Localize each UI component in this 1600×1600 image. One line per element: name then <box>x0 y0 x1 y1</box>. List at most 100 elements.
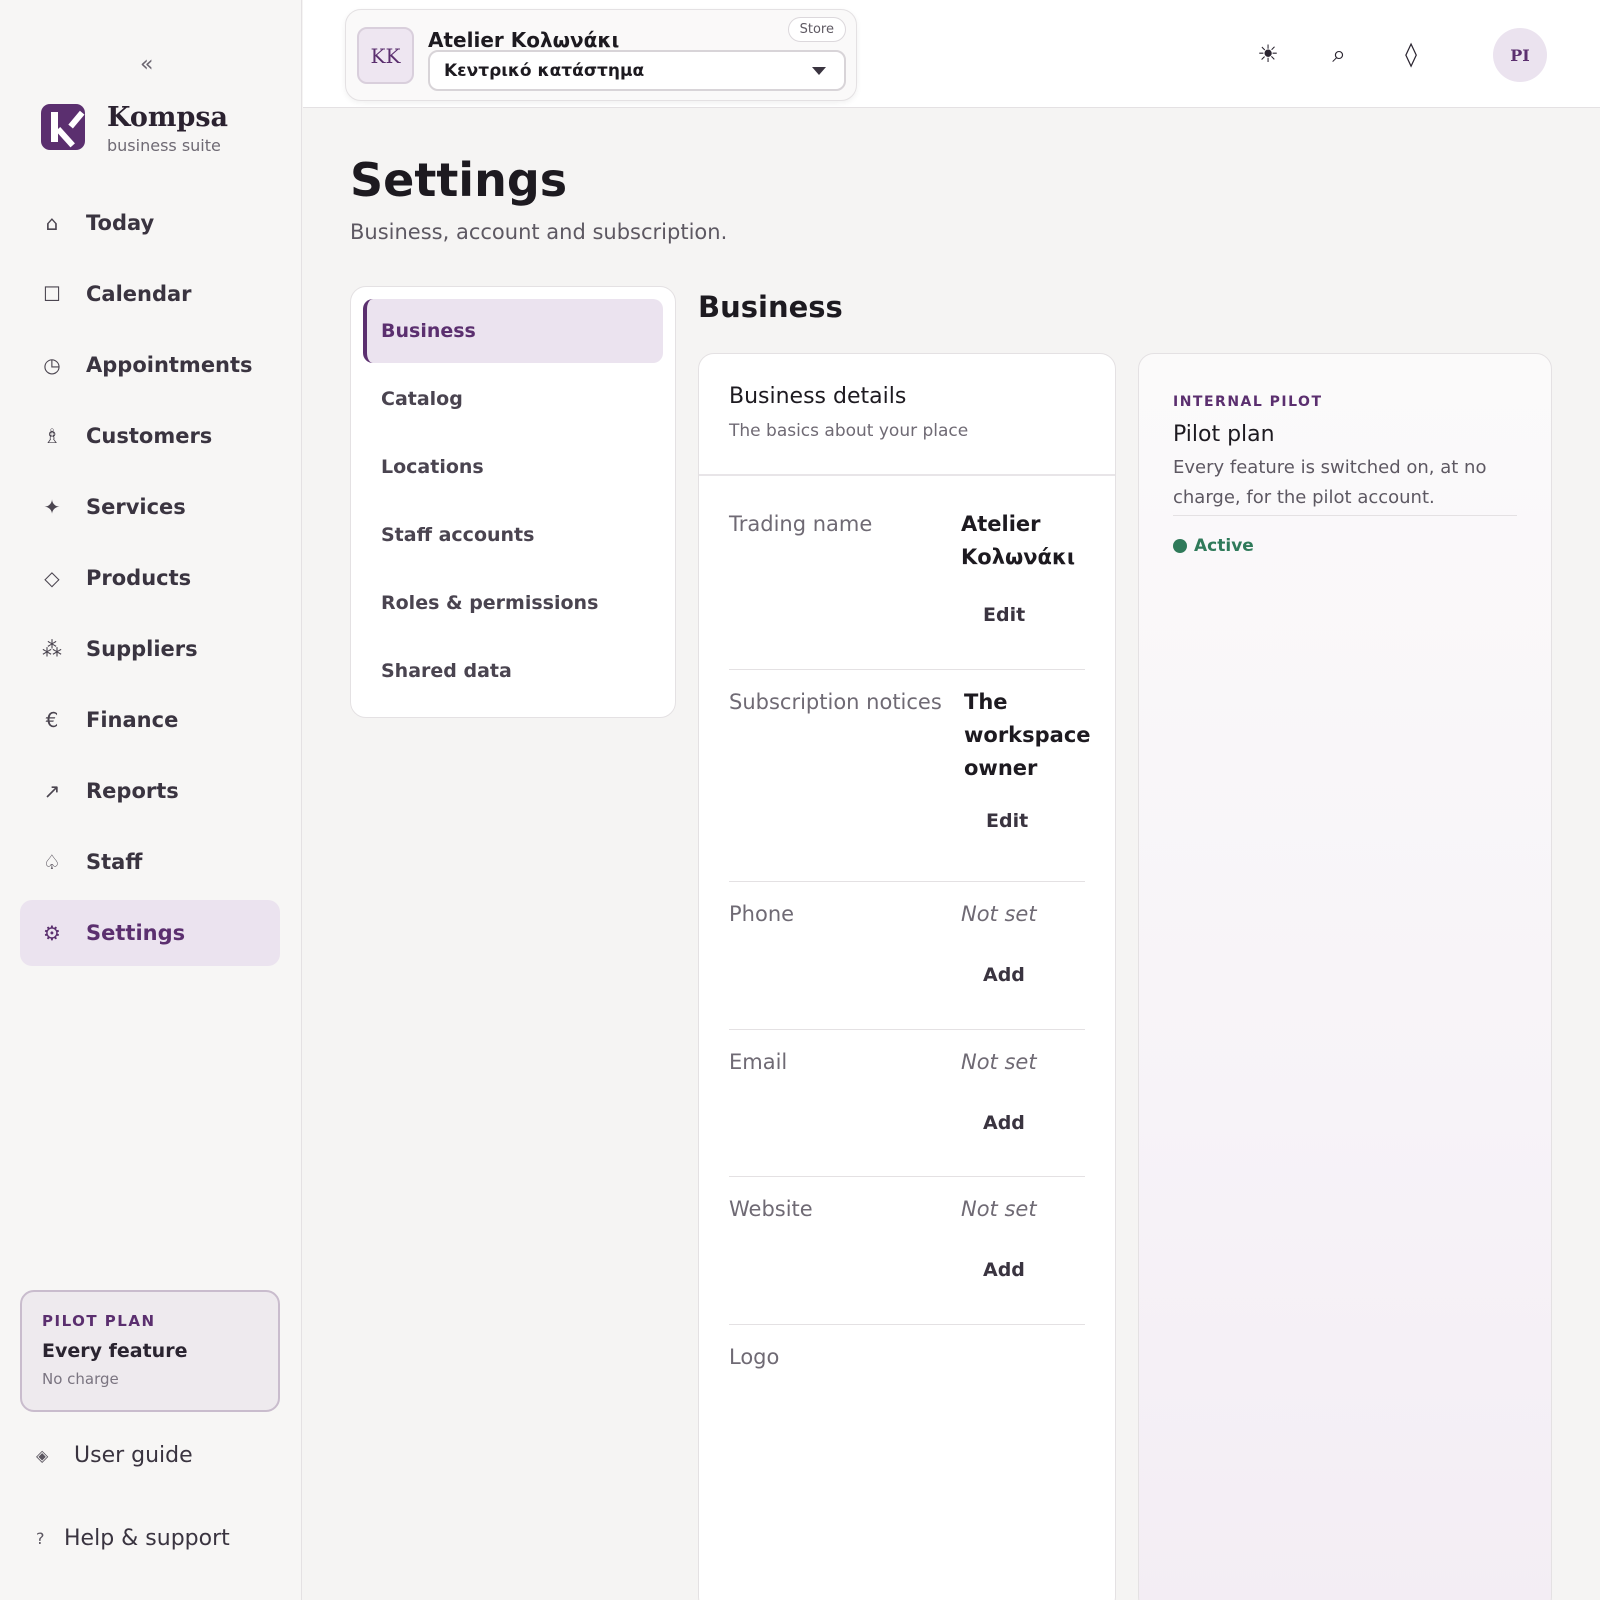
section-title: Business <box>698 290 843 324</box>
arrow-up-right-icon: ↗ <box>43 779 61 803</box>
edit-trading-name-button[interactable]: Edit <box>983 604 1025 626</box>
customers-icon: ♗ <box>43 424 61 448</box>
row-label: Website <box>729 1197 813 1221</box>
gear-icon: ⚙ <box>43 921 61 945</box>
brand-name: Kompsa <box>107 102 229 133</box>
row-label: Logo <box>729 1345 780 1369</box>
details-subtitle: The basics about your place <box>729 421 969 441</box>
nav-item-label: Finance <box>86 708 179 732</box>
store-avatar: KK <box>357 27 414 84</box>
home-icon: ⌂ <box>45 211 59 235</box>
business-details-card: Business details The basics about your p… <box>698 353 1116 1600</box>
diamond-icon[interactable]: ◊ <box>1391 34 1431 74</box>
pilot-plan-panel: INTERNAL PILOT Pilot plan Every feature … <box>1138 353 1552 1600</box>
pilot-plan-card[interactable]: PILOT PLAN Every feature No charge <box>20 1290 280 1412</box>
row-value: Not set <box>961 1197 1037 1221</box>
page-subtitle: Business, account and subscription. <box>350 220 728 244</box>
row-value: The workspace owner <box>964 690 1091 780</box>
nav-item-label: Appointments <box>86 353 253 377</box>
calendar-icon: ☐ <box>43 282 61 306</box>
settings-tabs: Business Catalog Locations Staff account… <box>350 286 676 718</box>
kompsa-logo-icon <box>41 104 85 150</box>
add-phone-button[interactable]: Add <box>983 964 1025 986</box>
add-email-button[interactable]: Add <box>983 1112 1025 1134</box>
nav-item-settings[interactable]: ⚙ Settings <box>20 900 280 966</box>
nav-item-label: Suppliers <box>86 637 198 661</box>
search-icon[interactable]: ⌕ <box>1319 34 1359 74</box>
status-badge: Active <box>1173 536 1517 556</box>
row-email: Email Not set Add <box>729 1030 1085 1177</box>
nav-item-label: Settings <box>86 921 186 945</box>
brand[interactable]: Kompsa business suite <box>41 104 228 155</box>
edit-subscription-notices-button[interactable]: Edit <box>986 810 1028 832</box>
row-value: Atelier Κολωνάκι <box>961 512 1076 569</box>
euro-icon: € <box>45 708 59 732</box>
clock-icon: ◷ <box>43 353 61 377</box>
tab-business[interactable]: Business <box>363 299 663 363</box>
nav-item-today[interactable]: ⌂ Today <box>20 190 280 256</box>
diamond-icon: ◇ <box>44 566 60 590</box>
theme-toggle-icon[interactable]: ☀ <box>1248 34 1288 74</box>
row-value: Not set <box>961 902 1037 926</box>
nav-item-calendar[interactable]: ☐ Calendar <box>20 261 280 327</box>
nav-item-appointments[interactable]: ◷ Appointments <box>20 332 280 398</box>
row-trading-name: Trading name Atelier Κολωνάκι Edit <box>729 476 1085 670</box>
brand-tagline: business suite <box>107 136 221 155</box>
add-website-button[interactable]: Add <box>983 1259 1025 1281</box>
user-avatar[interactable]: PI <box>1493 28 1547 82</box>
row-logo: Logo <box>729 1325 1085 1445</box>
tab-roles-permissions[interactable]: Roles & permissions <box>363 571 663 635</box>
help-support-link[interactable]: ? Help & support <box>36 1526 230 1551</box>
pilot-kicker: INTERNAL PILOT <box>1173 394 1323 410</box>
row-phone: Phone Not set Add <box>729 882 1085 1030</box>
row-website: Website Not set Add <box>729 1177 1085 1325</box>
location-select[interactable]: Κεντρικό κατάστημα <box>428 50 846 91</box>
staff-icon: ♤ <box>43 850 61 874</box>
tab-shared-data[interactable]: Shared data <box>363 639 663 703</box>
nav-item-products[interactable]: ◇ Products <box>20 545 280 611</box>
question-icon: ? <box>36 1529 45 1548</box>
status-label: Active <box>1194 536 1254 556</box>
nav-item-label: Today <box>86 211 155 235</box>
plan-subtitle: No charge <box>42 1370 119 1388</box>
help-support-label: Help & support <box>64 1526 230 1551</box>
chevron-down-icon <box>812 67 826 75</box>
collapse-sidebar-icon[interactable]: « <box>140 52 153 77</box>
nav-item-label: Services <box>86 495 186 519</box>
store-switcher[interactable]: KK Atelier Κολωνάκι Store Κεντρικό κατάσ… <box>345 9 857 101</box>
nav-item-finance[interactable]: € Finance <box>20 687 280 753</box>
plan-kicker: PILOT PLAN <box>42 1312 156 1330</box>
row-value: Not set <box>961 1050 1037 1074</box>
main-nav: ⌂ Today ☐ Calendar ◷ Appointments ♗ Cust… <box>20 190 280 971</box>
nav-item-label: Staff <box>86 850 143 874</box>
user-guide-link[interactable]: ◈ User guide <box>36 1443 193 1468</box>
details-title: Business details <box>729 384 907 409</box>
sparkle-icon: ✦ <box>43 495 61 519</box>
tab-locations[interactable]: Locations <box>363 435 663 499</box>
nav-item-suppliers[interactable]: ⁂ Suppliers <box>20 616 280 682</box>
nav-item-label: Products <box>86 566 192 590</box>
topbar: KK Atelier Κολωνάκι Store Κεντρικό κατάσ… <box>303 0 1600 108</box>
tab-catalog[interactable]: Catalog <box>363 367 663 431</box>
tab-staff-accounts[interactable]: Staff accounts <box>363 503 663 567</box>
row-label: Email <box>729 1050 788 1074</box>
store-name: Atelier Κολωνάκι <box>428 28 620 52</box>
nav-item-services[interactable]: ✦ Services <box>20 474 280 540</box>
location-select-value: Κεντρικό κατάστημα <box>444 60 645 81</box>
nav-item-label: Reports <box>86 779 179 803</box>
nav-item-staff[interactable]: ♤ Staff <box>20 829 280 895</box>
nav-item-customers[interactable]: ♗ Customers <box>20 403 280 469</box>
guide-icon: ◈ <box>36 1446 49 1465</box>
nav-item-label: Customers <box>86 424 213 448</box>
plan-title: Every feature <box>42 1340 188 1362</box>
user-guide-label: User guide <box>74 1443 193 1468</box>
nav-item-reports[interactable]: ↗ Reports <box>20 758 280 824</box>
row-label: Subscription notices <box>729 690 942 714</box>
row-subscription-notices: Subscription notices The workspace owner… <box>729 670 1091 882</box>
row-label: Trading name <box>729 512 873 536</box>
status-dot-icon <box>1173 539 1187 553</box>
store-badge: Store <box>787 17 846 42</box>
row-label: Phone <box>729 902 795 926</box>
suppliers-icon: ⁂ <box>42 637 62 661</box>
nav-item-label: Calendar <box>86 282 192 306</box>
